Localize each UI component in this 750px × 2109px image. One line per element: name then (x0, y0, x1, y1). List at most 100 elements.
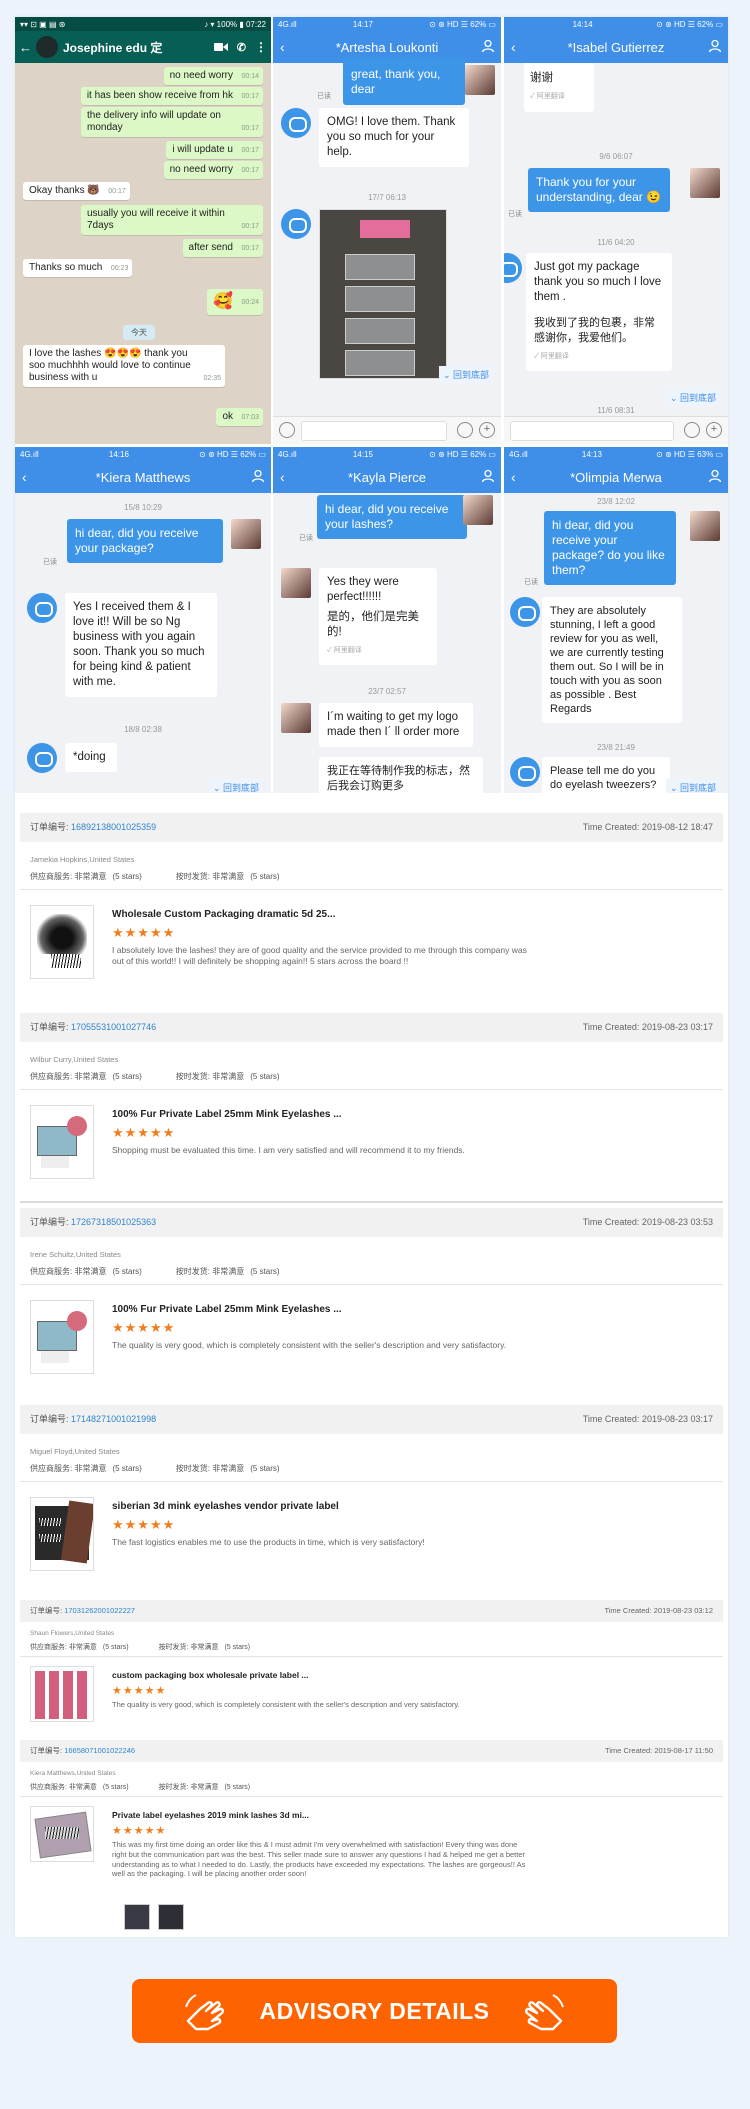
order-review: 订单编号: 16658071001022246 Time Created: 20… (20, 1740, 723, 1940)
avatar (510, 597, 540, 627)
message-out: ok 07:03 (216, 408, 263, 426)
message-out: i will update u 00:17 (166, 141, 263, 159)
order-number: 订单编号: 17148271001021998 (30, 1414, 157, 1424)
order-number-link[interactable]: 17267318501025363 (71, 1217, 156, 1227)
order-number-link[interactable]: 17031262001022227 (64, 1606, 135, 1615)
product-image[interactable] (30, 1105, 94, 1179)
product-image[interactable] (30, 1806, 94, 1862)
translate-tag: ✓ 阿里翻译 (327, 647, 362, 654)
video-call-icon[interactable] (213, 42, 228, 52)
message-input[interactable] (510, 421, 674, 441)
message-out: great, thank you, dear (343, 57, 465, 105)
message-input-bar: + (504, 416, 728, 444)
avatar (281, 108, 311, 138)
user-profile-icon[interactable] (481, 469, 495, 483)
product-title[interactable]: Private label eyelashes 2019 mink lashes… (112, 1810, 309, 1820)
status-right: ⊙ ⊛ HD ☰ 63% ▭ (656, 449, 723, 459)
status-right: ⊙ ⊛ HD ☰ 62% ▭ (429, 449, 496, 459)
status-right: ⊙ ⊛ HD ☰ 62% ▭ (429, 19, 496, 29)
more-menu-icon[interactable]: ⋮ (255, 40, 267, 54)
review-photo[interactable] (158, 1904, 184, 1930)
star-rating: ★★★★★ (112, 1685, 167, 1697)
order-review: 订单编号: 17267318501025363 Time Created: 20… (20, 1208, 723, 1402)
status-bar: 14:14 ⊙ ⊛ HD ☰ 62% ▭ (504, 17, 728, 31)
product-title[interactable]: custom packaging box wholesale private l… (112, 1670, 309, 1680)
contact-name: *Isabel Gutierrez (567, 39, 665, 55)
emoji-icon[interactable] (684, 422, 700, 438)
package-photo[interactable] (319, 209, 447, 379)
avatar (463, 495, 493, 525)
advisory-details-button[interactable]: ADVISORY DETAILS (132, 1979, 617, 2043)
back-arrow-icon[interactable]: ← (19, 40, 32, 55)
user-profile-icon[interactable] (708, 469, 722, 483)
message-out: it has been show receive from hk 00:17 (80, 87, 263, 105)
user-profile-icon[interactable] (251, 469, 265, 483)
message-in: Just got my package thank you so much I … (526, 253, 672, 312)
phone-call-icon[interactable]: ✆ (237, 41, 246, 54)
translate-tag: ✓ 阿里翻译 (530, 93, 565, 100)
chat-header: ‹ *Isabel Gutierrez (504, 31, 728, 63)
buyer-name: Shaun Flowers,United States (30, 1630, 115, 1637)
avatar (27, 593, 57, 623)
back-arrow-icon[interactable]: ‹ (22, 469, 27, 485)
order-header: 订单编号: 17055531001027746 Time Created: 20… (20, 1013, 723, 1042)
rating-row: 供应商服务: 非常满意 (5 stars) 按时发货: 非常满意 (5 stars) (30, 1464, 280, 1473)
back-to-bottom-button[interactable]: ⌄ 回到底部 (208, 779, 263, 793)
message-out: 🥰 00:24 (207, 289, 263, 315)
review-comment: Shopping must be evaluated this time. I … (112, 1145, 465, 1155)
voice-icon[interactable] (279, 422, 295, 438)
user-profile-icon[interactable] (481, 39, 495, 53)
review-photo[interactable] (124, 1904, 150, 1930)
message-in-translation: 我正在等待制作我的标志，然后我会订购更多 (319, 757, 483, 793)
message-input-bar: + (273, 416, 501, 444)
chat-panel-olimpia: 4G.ıll 14:13 ⊙ ⊛ HD ☰ 63% ▭ ‹ *Olimpia M… (504, 447, 728, 793)
product-image[interactable] (30, 905, 94, 979)
order-number-link[interactable]: 17055531001027746 (71, 1022, 156, 1032)
back-arrow-icon[interactable]: ‹ (280, 469, 285, 485)
status-bar: 4G.ıll 14:16 ⊙ ⊛ HD ☰ 62% ▭ (15, 447, 271, 461)
message-out: hi dear, did you receive your lashes? (317, 495, 467, 539)
message-out: hi dear, did you receive your package? (67, 519, 223, 563)
message-in: They are absolutely stunning, I left a g… (542, 597, 682, 723)
review-comment: I absolutely love the lashes! they are o… (112, 945, 527, 967)
product-title[interactable]: 100% Fur Private Label 25mm Mink Eyelash… (112, 1304, 342, 1315)
divider (20, 1656, 723, 1657)
avatar (690, 168, 720, 198)
product-title[interactable]: 100% Fur Private Label 25mm Mink Eyelash… (112, 1109, 342, 1120)
avatar[interactable] (36, 36, 58, 58)
product-image[interactable] (30, 1300, 94, 1374)
message-out: the delivery info will update on monday 0… (81, 107, 263, 137)
chat-area: great, thank you, dear 已读 OMG! I love th… (273, 57, 501, 444)
product-title[interactable]: siberian 3d mink eyelashes vendor privat… (112, 1501, 339, 1512)
order-number-link[interactable]: 17148271001021998 (71, 1414, 156, 1424)
product-image[interactable] (30, 1666, 94, 1722)
message-out: hi dear, did you receive your package? d… (544, 511, 676, 585)
contact-name[interactable]: Josephine edu 定 (63, 39, 162, 56)
status-time: 14:13 (581, 449, 602, 459)
product-image[interactable] (30, 1497, 94, 1571)
time-created: Time Created: 2019-08-23 03:17 (582, 1022, 713, 1032)
user-profile-icon[interactable] (708, 39, 722, 53)
message-out: usually you will receive it within 7days… (81, 205, 263, 235)
back-to-bottom-button[interactable]: ⌄ 回到底部 (438, 366, 493, 383)
back-arrow-icon[interactable]: ‹ (511, 469, 516, 485)
order-number-link[interactable]: 16658071001022246 (64, 1746, 135, 1755)
chat-area: 15/8 10:29 hi dear, did you receive your… (15, 493, 271, 793)
product-title[interactable]: Wholesale Custom Packaging dramatic 5d 2… (112, 909, 335, 920)
back-arrow-icon[interactable]: ‹ (280, 39, 285, 55)
plus-icon[interactable]: + (706, 422, 722, 438)
back-to-bottom-button[interactable]: ⌄ 回到底部 (665, 389, 720, 406)
back-arrow-icon[interactable]: ‹ (511, 39, 516, 55)
back-to-bottom-button[interactable]: ⌄ 回到底部 (665, 779, 720, 793)
emoji-icon[interactable] (457, 422, 473, 438)
contact-name: *Olimpia Merwa (570, 469, 662, 485)
plus-icon[interactable]: + (479, 422, 495, 438)
star-rating: ★★★★★ (112, 1825, 167, 1837)
rating-row: 供应商服务: 非常满意 (5 stars) 按时发货: 非常满意 (5 stars) (30, 872, 280, 881)
message-input[interactable] (301, 421, 447, 441)
avatar (281, 703, 311, 733)
order-number-link[interactable]: 16892138001025359 (71, 822, 156, 832)
whatsapp-chat-panel: ▾▾ ⊡ ▣ ▤ ⊛ ♪ ▾ 100% ▮ 07:22 ← Josephine … (15, 17, 271, 444)
rating-row: 供应商服务: 非常满意 (5 stars) 按时发货: 非常满意 (5 stars) (30, 1784, 251, 1791)
status-right: ♪ ▾ 100% ▮ 07:22 (204, 19, 266, 29)
